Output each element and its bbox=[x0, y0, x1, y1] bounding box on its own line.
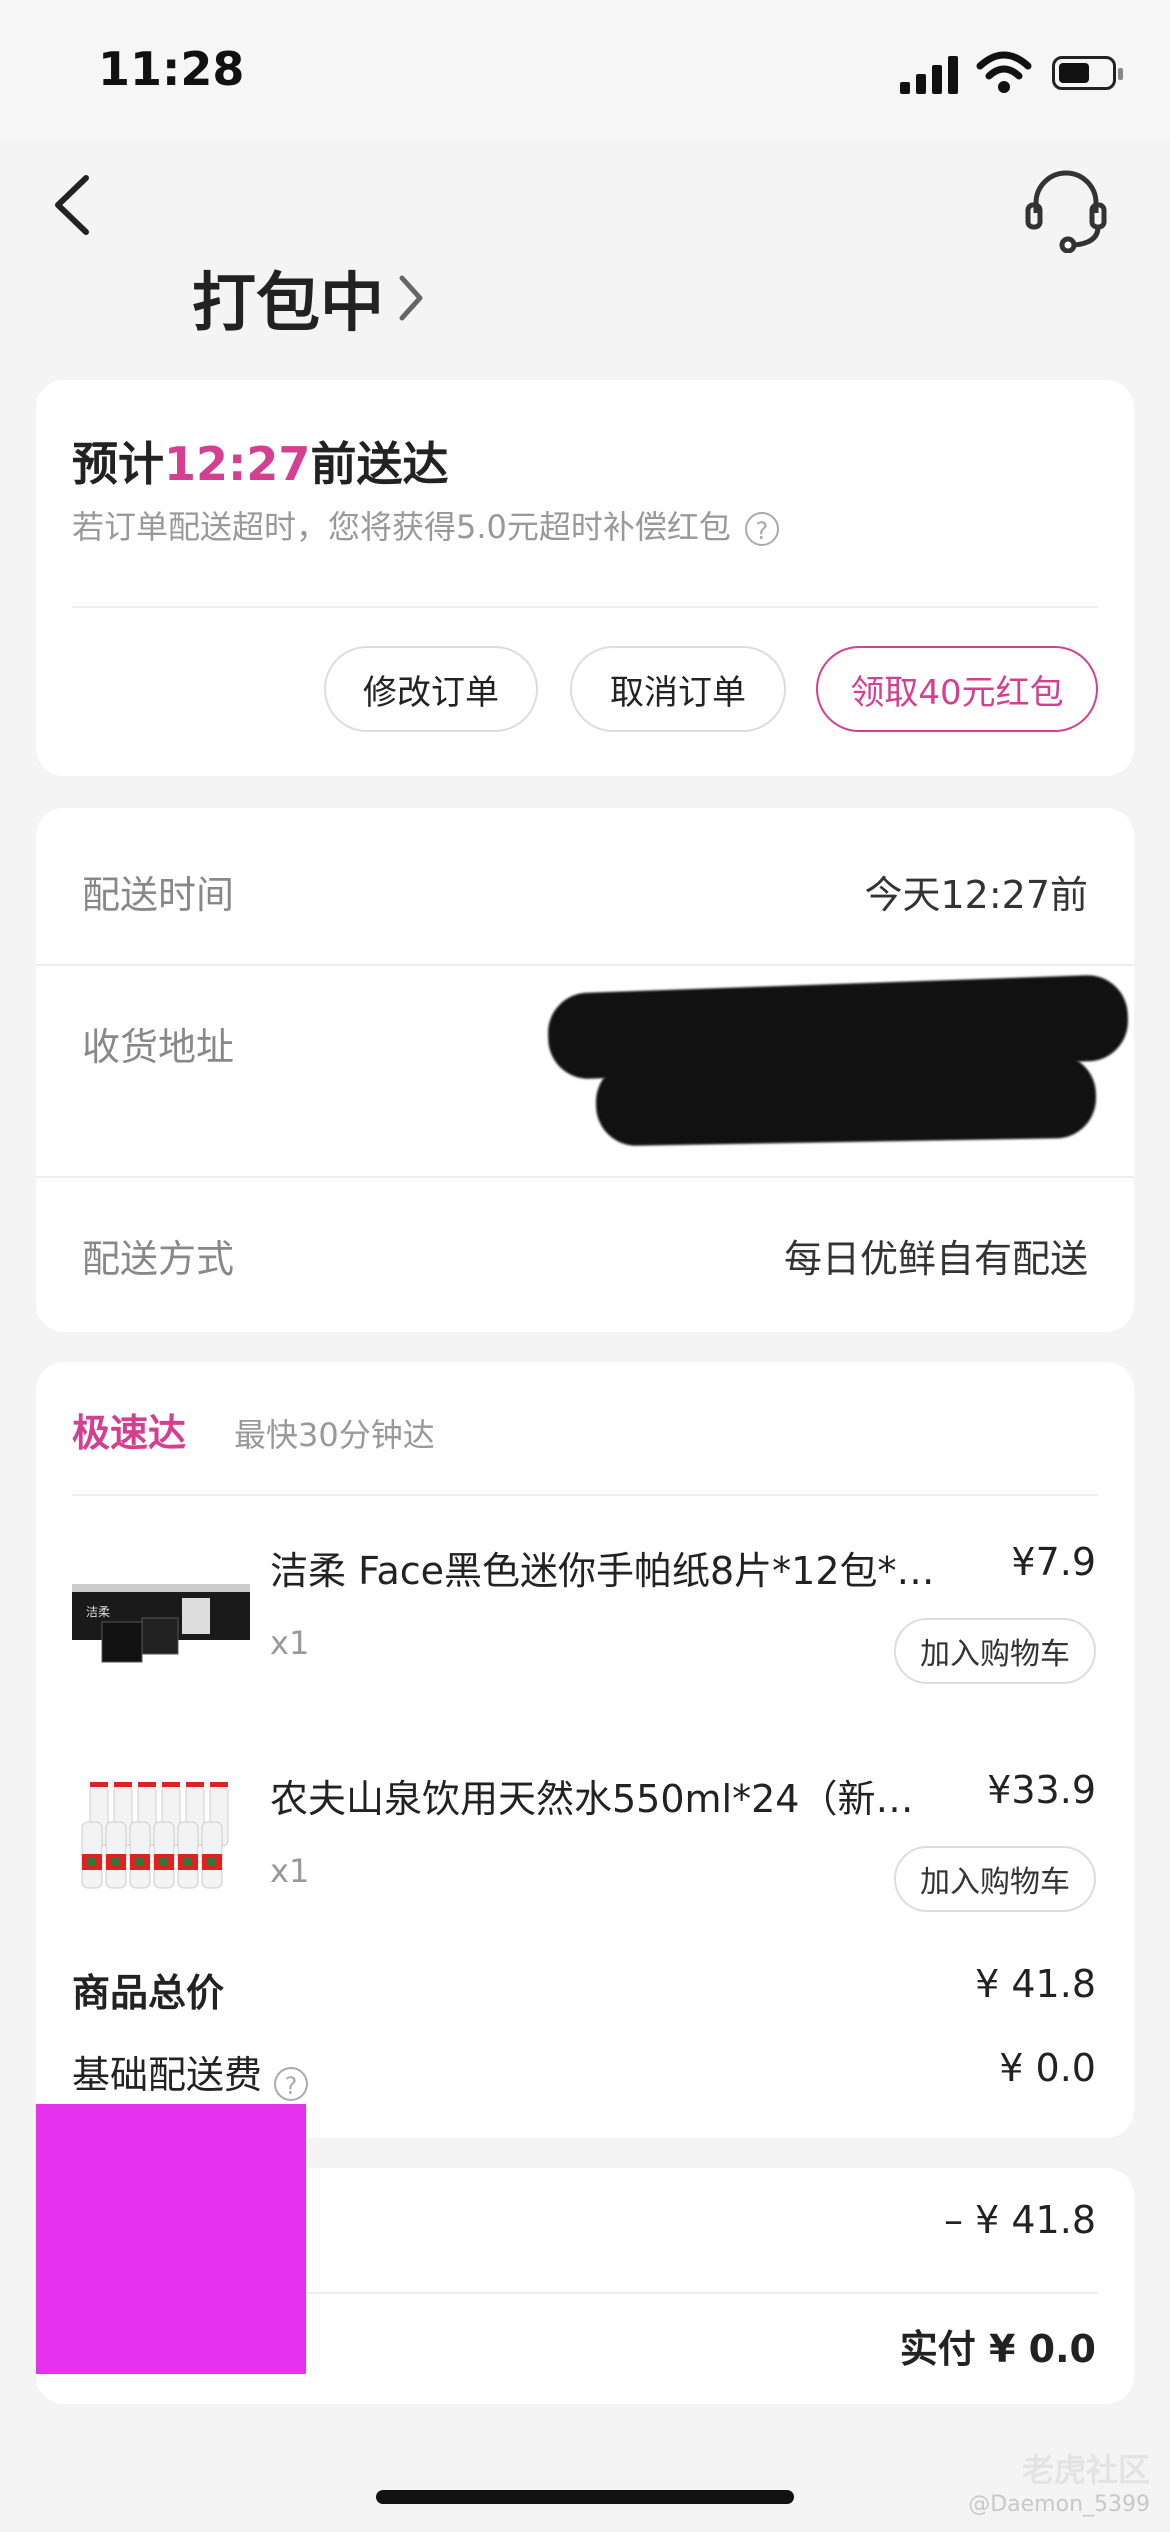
delivery-time-label: 配送时间 bbox=[82, 873, 235, 917]
customer-service-headset-icon[interactable] bbox=[1024, 165, 1108, 253]
claim-red-packet-button[interactable]: 领取40元红包 bbox=[816, 646, 1098, 732]
back-arrow-icon[interactable] bbox=[48, 170, 98, 240]
watermark-logo: 老虎社区 bbox=[1021, 2451, 1150, 2489]
add-to-cart-button[interactable]: 加入购物车 bbox=[894, 1846, 1096, 1912]
delivery-method-value: 每日优鲜自有配送 bbox=[783, 1237, 1088, 1281]
delivery-fee-row: 基础配送费? bbox=[72, 2044, 309, 2101]
address-label: 收货地址 bbox=[82, 1025, 235, 1069]
divider bbox=[306, 2292, 1098, 2294]
watermark-username: @Daemon_5399 bbox=[968, 2492, 1150, 2517]
help-question-icon[interactable]: ? bbox=[744, 512, 779, 546]
product-quantity: x1 bbox=[270, 1852, 310, 1890]
discount-value: – ¥ 41.8 bbox=[944, 2198, 1096, 2242]
compensation-notice: 若订单配送超时，您将获得5.0元超时补偿红包? bbox=[72, 502, 779, 548]
order-items-card bbox=[36, 1362, 1134, 2138]
delivery-fee-label: 基础配送费 bbox=[72, 2053, 263, 2097]
product-name[interactable]: 洁柔 Face黑色迷你手帕纸8片*12包*… bbox=[270, 1540, 935, 1595]
product-name[interactable]: 农夫山泉饮用天然水550ml*24（新… bbox=[270, 1768, 913, 1823]
chevron-right-icon[interactable] bbox=[392, 268, 430, 328]
cellular-signal-icon bbox=[900, 56, 958, 94]
tissue-pack-icon[interactable]: 洁柔 bbox=[72, 1570, 250, 1666]
page-title[interactable]: 打包中 bbox=[192, 252, 384, 344]
express-delivery-tag: 极速达 bbox=[72, 1411, 187, 1455]
cancel-order-button[interactable]: 取消订单 bbox=[570, 646, 786, 732]
delivery-time-value: 今天12:27前 bbox=[864, 873, 1088, 917]
redacted-address bbox=[595, 1053, 1097, 1147]
product-price: ¥7.9 bbox=[1011, 1540, 1096, 1584]
home-indicator[interactable] bbox=[376, 2490, 794, 2504]
delivery-method-label: 配送方式 bbox=[82, 1237, 235, 1281]
svg-text:洁柔: 洁柔 bbox=[86, 1605, 110, 1619]
eta-text: 预计12:27前送达 bbox=[72, 437, 449, 491]
goods-total-value: ¥ 41.8 bbox=[975, 1962, 1096, 2006]
help-question-icon[interactable]: ? bbox=[274, 2066, 309, 2101]
modify-order-button[interactable]: 修改订单 bbox=[324, 646, 538, 732]
water-bottles-icon[interactable] bbox=[78, 1776, 248, 1896]
divider bbox=[72, 1494, 1098, 1496]
battery-icon bbox=[1052, 56, 1123, 90]
express-delivery-subtitle: 最快30分钟达 bbox=[234, 1416, 435, 1454]
status-time: 11:28 bbox=[98, 42, 245, 96]
eta-time: 12:27 bbox=[164, 437, 311, 491]
product-price: ¥33.9 bbox=[987, 1768, 1096, 1812]
amount-paid: 实付 ¥ 0.0 bbox=[899, 2327, 1096, 2371]
product-quantity: x1 bbox=[270, 1624, 310, 1662]
divider bbox=[36, 1176, 1134, 1178]
redaction-block bbox=[36, 2104, 306, 2374]
add-to-cart-button[interactable]: 加入购物车 bbox=[894, 1618, 1096, 1684]
delivery-fee-value: ¥ 0.0 bbox=[999, 2046, 1096, 2090]
wifi-icon bbox=[976, 51, 1032, 93]
divider bbox=[72, 606, 1098, 608]
divider bbox=[36, 964, 1134, 966]
goods-total-label: 商品总价 bbox=[72, 1971, 225, 2015]
